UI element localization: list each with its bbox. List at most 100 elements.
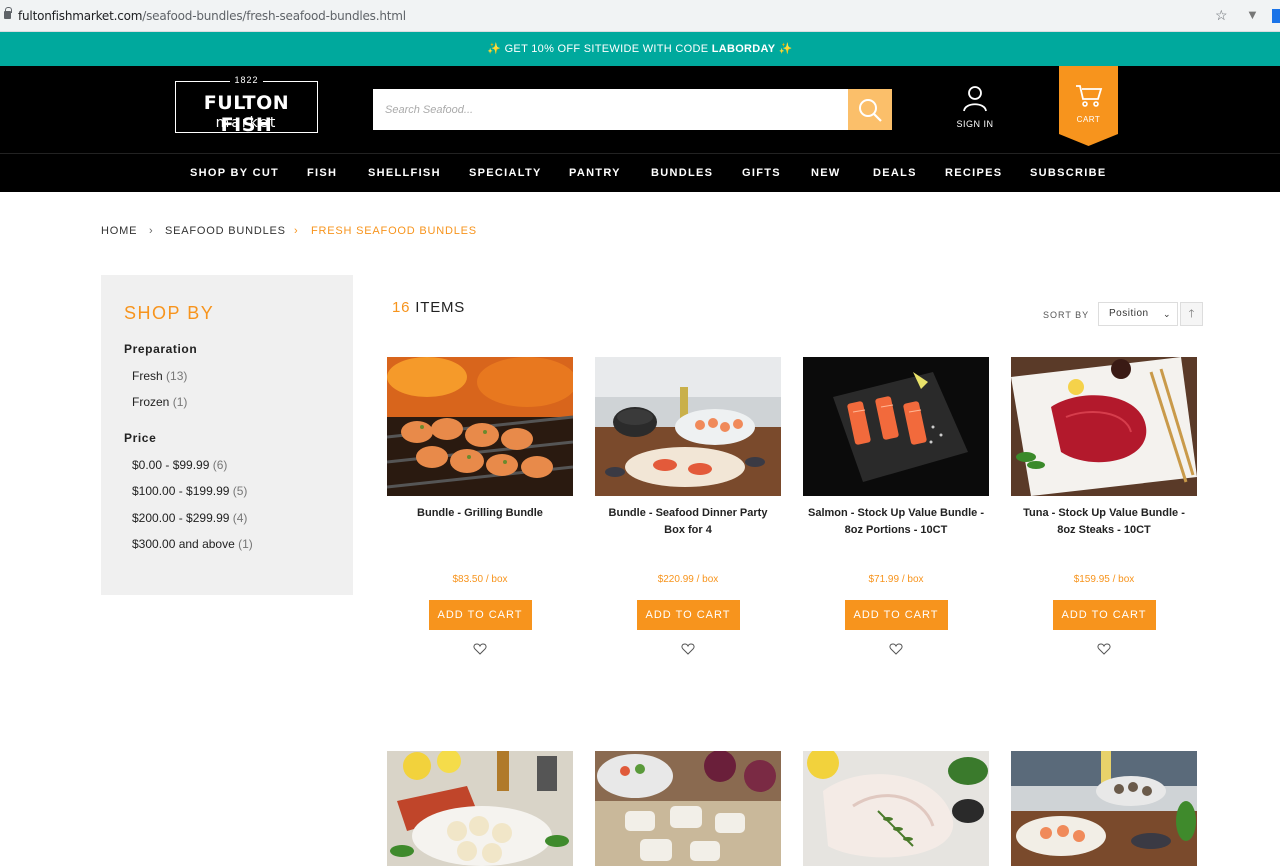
nav-pantry[interactable]: PANTRY: [569, 167, 621, 179]
filter-sidebar: SHOP BY Preparation Fresh (13) Frozen (1…: [101, 275, 353, 595]
product-image[interactable]: [1011, 357, 1197, 496]
sort-direction-button[interactable]: 🡑: [1180, 302, 1203, 326]
product-image-tuna: [1011, 357, 1197, 496]
url-host: fultonfishmarket.com: [18, 9, 143, 23]
filter-group-preparation: Preparation: [124, 342, 198, 356]
extension-icon[interactable]: ▼: [1246, 7, 1259, 22]
extension-badge-icon[interactable]: [1272, 9, 1280, 23]
filter-option-count: (13): [166, 369, 188, 383]
product-price: $71.99 / box: [868, 574, 924, 585]
breadcrumb-current: FRESH SEAFOOD BUNDLES: [311, 225, 477, 237]
filter-option-label: $0.00 - $99.99: [132, 458, 210, 472]
nav-shellfish[interactable]: SHELLFISH: [368, 167, 441, 179]
product-card: Tuna - Stock Up Value Bundle - 8oz Steak…: [1011, 357, 1197, 656]
breadcrumb-home[interactable]: HOME: [101, 225, 137, 237]
item-count-label: ITEMS: [410, 299, 466, 316]
filter-option-price-300-plus[interactable]: $300.00 and above (1): [132, 537, 253, 551]
arrow-up-icon: 🡑: [1188, 308, 1195, 320]
add-to-cart-button[interactable]: ADD TO CART: [636, 600, 740, 630]
nav-bundles[interactable]: BUNDLES: [651, 167, 713, 179]
wishlist-heart-icon[interactable]: [1097, 642, 1111, 656]
nav-deals[interactable]: DEALS: [873, 167, 917, 179]
product-name[interactable]: Tuna - Stock Up Value Bundle - 8oz Steak…: [1011, 505, 1197, 565]
filter-option-count: (1): [172, 395, 188, 409]
product-price: $220.99 / box: [657, 574, 719, 585]
nav-new[interactable]: NEW: [811, 167, 841, 179]
nav-subscribe[interactable]: SUBSCRIBE: [1030, 167, 1107, 179]
logo-year-text: 1822: [230, 75, 263, 85]
sidebar-title: SHOP BY: [124, 303, 215, 323]
cart-icon: [1075, 85, 1102, 107]
promo-text: ✨ GET 10% OFF SITEWIDE WITH CODE: [487, 43, 712, 55]
url-path: /seafood-bundles/fresh-seafood-bundles.h…: [142, 9, 406, 23]
sort-select[interactable]: Position ⌄: [1098, 302, 1178, 326]
item-count: 16 ITEMS: [392, 299, 465, 316]
add-to-cart-button[interactable]: ADD TO CART: [1052, 600, 1156, 630]
sort-label: SORT BY: [1043, 310, 1090, 320]
product-name[interactable]: Salmon - Stock Up Value Bundle - 8oz Por…: [803, 505, 989, 565]
product-image-swordfish: [803, 751, 989, 866]
filter-group-price: Price: [124, 431, 157, 445]
nav-gifts[interactable]: GIFTS: [742, 167, 781, 179]
product-image[interactable]: [387, 357, 573, 496]
nav-specialty[interactable]: SPECIALTY: [469, 167, 542, 179]
product-image[interactable]: [595, 751, 781, 866]
search-input[interactable]: [373, 89, 848, 130]
filter-option-label: $200.00 - $299.99: [132, 511, 230, 525]
logo-line2: market: [215, 115, 278, 131]
bookmark-star-icon[interactable]: ☆: [1215, 7, 1228, 24]
search-button[interactable]: [848, 89, 892, 130]
nav-recipes[interactable]: RECIPES: [945, 167, 1002, 179]
product-name[interactable]: Bundle - Grilling Bundle: [387, 505, 573, 565]
main-nav: SHOP BY CUT FISH SHELLFISH SPECIALTY PAN…: [0, 153, 1280, 192]
item-count-number: 16: [392, 299, 411, 316]
product-image-salmon: [803, 357, 989, 496]
product-image[interactable]: [803, 751, 989, 866]
filter-option-count: (4): [232, 511, 248, 525]
filter-option-price-0-99[interactable]: $0.00 - $99.99 (6): [132, 458, 227, 472]
cart-button[interactable]: CART: [1059, 66, 1118, 146]
product-image[interactable]: [387, 751, 573, 866]
chevron-down-icon: ⌄: [1162, 309, 1171, 319]
add-to-cart-button[interactable]: ADD TO CART: [428, 600, 532, 630]
promo-banner[interactable]: ✨ GET 10% OFF SITEWIDE WITH CODE LABORDA…: [0, 32, 1280, 66]
add-to-cart-button[interactable]: ADD TO CART: [844, 600, 948, 630]
wishlist-heart-icon[interactable]: [681, 642, 695, 656]
product-image[interactable]: [595, 357, 781, 496]
sign-in-label: SIGN IN: [956, 119, 994, 129]
product-image-seafood-feast: [1011, 751, 1197, 866]
product-name[interactable]: Bundle - Seafood Dinner Party Box for 4: [595, 505, 781, 565]
product-price: $83.50 / box: [452, 574, 508, 585]
product-image-grilling: [387, 357, 573, 496]
filter-option-price-200-299[interactable]: $200.00 - $299.99 (4): [132, 511, 247, 525]
sign-in-link[interactable]: SIGN IN: [945, 84, 1005, 129]
wishlist-heart-icon[interactable]: [473, 642, 487, 656]
url-field[interactable]: fultonfishmarket.com/seafood-bundles/fre…: [18, 9, 406, 23]
breadcrumb-separator: ›: [294, 225, 299, 237]
nav-fish[interactable]: FISH: [307, 167, 337, 179]
filter-option-label: $300.00 and above: [132, 537, 235, 551]
breadcrumb-separator: ›: [149, 225, 154, 237]
product-card: Salmon - Stock Up Value Bundle - 8oz Por…: [803, 357, 989, 656]
product-card: Bundle - Seafood Dinner Party Box for 4 …: [595, 357, 781, 656]
product-image-scallops-lobster: [387, 751, 573, 866]
nav-shop-by-cut[interactable]: SHOP BY CUT: [190, 167, 279, 179]
product-image[interactable]: [1011, 751, 1197, 866]
filter-option-price-100-199[interactable]: $100.00 - $199.99 (5): [132, 484, 247, 498]
filter-option-frozen[interactable]: Frozen (1): [132, 395, 187, 409]
filter-option-label: Fresh: [132, 369, 163, 383]
browser-address-bar: fultonfishmarket.com/seafood-bundles/fre…: [0, 0, 1280, 32]
logo-year: 1822: [176, 75, 317, 85]
product-card: Bundle - Grilling Bundle $83.50 / box AD…: [387, 357, 573, 656]
sort-value: Position: [1109, 308, 1149, 319]
breadcrumb-seafood-bundles[interactable]: SEAFOOD BUNDLES: [165, 225, 286, 237]
filter-option-count: (5): [232, 484, 248, 498]
product-image[interactable]: [803, 357, 989, 496]
wishlist-heart-icon[interactable]: [889, 642, 903, 656]
site-logo[interactable]: 1822 FULTON FISH market: [175, 75, 318, 136]
filter-option-count: (1): [238, 537, 253, 551]
promo-code: LABORDAY: [711, 43, 776, 55]
site-header: 1822 FULTON FISH market SIGN IN CART: [0, 66, 1280, 153]
product-price: $159.95 / box: [1073, 574, 1135, 585]
filter-option-fresh[interactable]: Fresh (13): [132, 369, 187, 383]
